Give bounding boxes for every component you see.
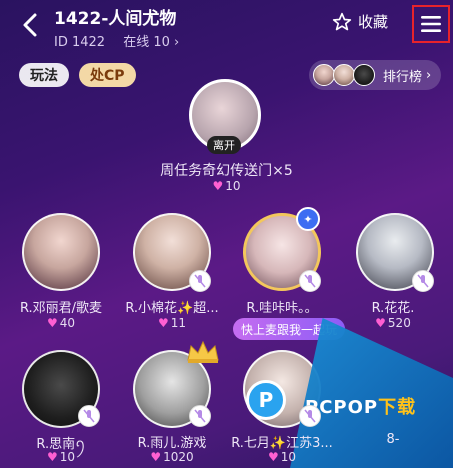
rank-avatar: [353, 64, 375, 86]
watermark-text: PCPOP下载: [305, 397, 417, 418]
crown-icon: [187, 340, 219, 363]
star-icon: [332, 12, 352, 30]
cp-tag-button[interactable]: 处CP: [79, 63, 136, 87]
seat-likes: ♥ 1020: [150, 450, 194, 464]
favorite-button[interactable]: 收藏: [332, 11, 388, 32]
online-count[interactable]: 在线 10 ›: [123, 35, 179, 50]
play-tag-button[interactable]: 玩法: [19, 63, 69, 87]
seat-likes: ♥ 10: [267, 450, 297, 464]
seat-name: R.七月✨江苏3...: [231, 436, 333, 451]
mic-muted-icon: [78, 405, 100, 427]
mic-muted-icon: [412, 270, 434, 292]
mic-muted-icon: [299, 270, 321, 292]
mic-muted-icon: [299, 405, 321, 427]
mic-muted-icon: [189, 270, 211, 292]
ranking-button[interactable]: 排行榜 ›: [309, 60, 442, 90]
cp-badge-icon: ✦: [296, 207, 320, 231]
menu-button[interactable]: [412, 5, 450, 43]
mic-muted-icon: [189, 405, 211, 427]
seat-likes: ♥ 10: [46, 450, 76, 464]
back-arrow-icon: [23, 13, 37, 37]
seat-name: R.哇咔咔。。: [246, 301, 318, 316]
watermark-logo: P: [246, 380, 286, 420]
host-leave-badge[interactable]: 离开: [207, 136, 241, 154]
ranking-label: 排行榜: [383, 69, 423, 85]
hamburger-menu-icon: [421, 16, 441, 32]
room-id: ID 1422: [54, 35, 106, 50]
back-button[interactable]: [18, 10, 44, 40]
seat-name: R.小棉花✨超...: [125, 301, 219, 316]
seat-name: R.花花.: [371, 301, 415, 316]
room-title: 1422-人间尤物: [54, 9, 177, 29]
rank-avatar: [313, 64, 335, 86]
chevron-right-icon: ›: [426, 67, 432, 83]
seat-likes: ♥ 11: [157, 316, 187, 330]
seat-name: R.雨儿.游戏: [137, 436, 207, 451]
rank-avatar: [333, 64, 355, 86]
heart-icon: ♥: [212, 179, 224, 193]
seat-name: 8-: [386, 432, 400, 447]
seat-avatar[interactable]: [22, 213, 100, 291]
host-likes: ♥ 10: [212, 179, 241, 193]
seat-name: R.邓丽君/歌麦: [19, 301, 103, 316]
seat-likes: ♥ 520: [375, 316, 411, 330]
host-name: 周任务奇幻传送门×5: [160, 163, 293, 179]
seat-likes: ♥ 40: [46, 316, 76, 330]
room-meta: ID 1422 在线 10 ›: [54, 31, 179, 50]
favorite-label: 收藏: [358, 13, 389, 31]
